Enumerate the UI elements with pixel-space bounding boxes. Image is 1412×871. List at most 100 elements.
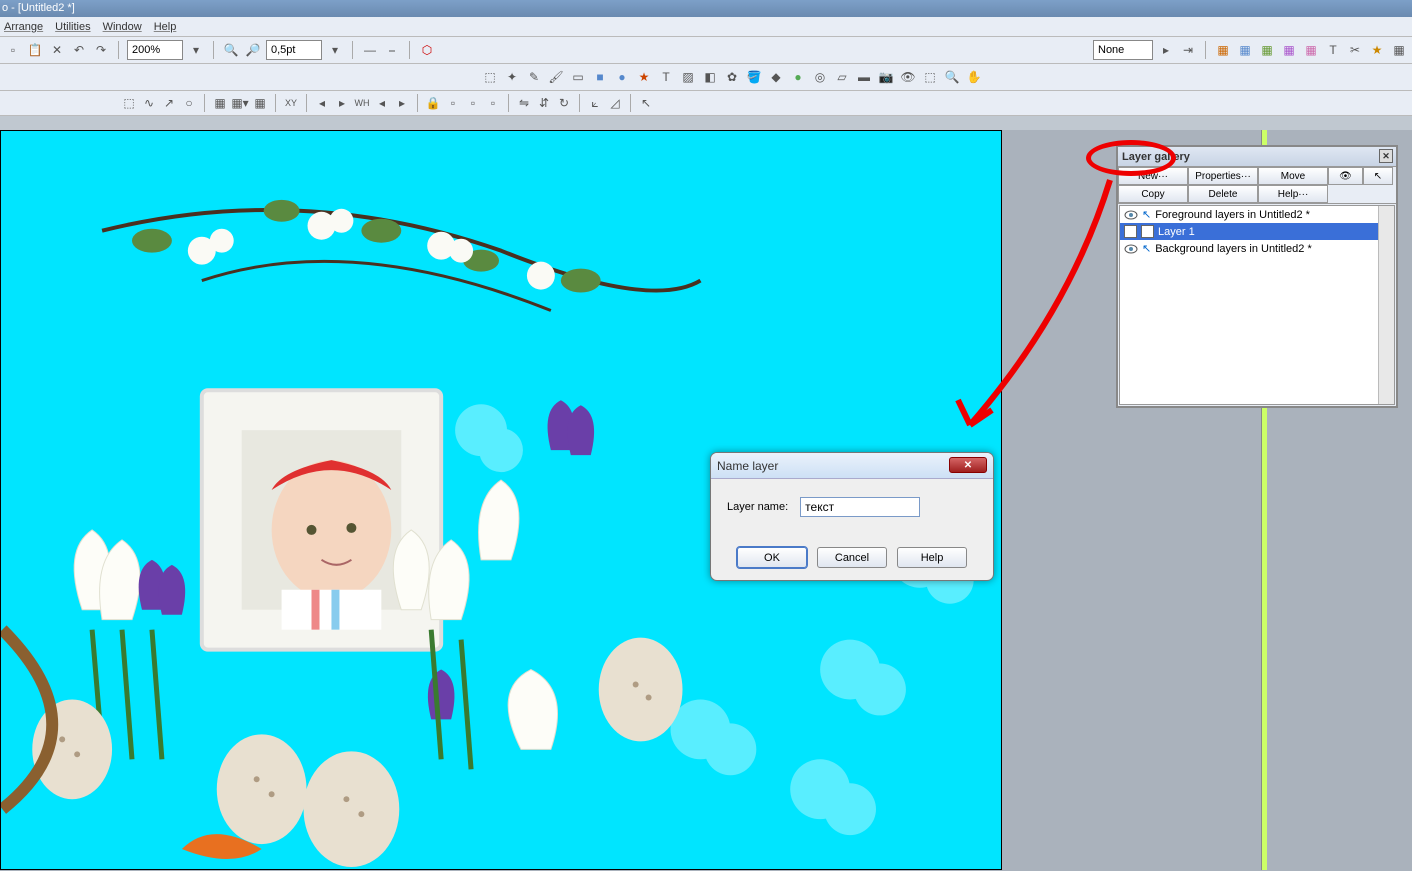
text-tool-icon[interactable]: T [656,67,676,87]
new-icon[interactable]: ▫ [4,41,22,59]
copy-button[interactable]: Copy [1118,185,1188,203]
gallery4-icon[interactable]: ▦ [1280,41,1298,59]
scrollbar[interactable] [1378,206,1394,404]
arrow-r-icon[interactable]: ▸ [333,94,351,112]
arrow-tool-icon[interactable]: ↖ [637,94,655,112]
star-icon[interactable]: ★ [1368,41,1386,59]
text-gallery-icon[interactable]: T [1324,41,1342,59]
flip-h-icon[interactable]: ⇋ [515,94,533,112]
skew-icon[interactable]: ◿ [606,94,624,112]
scissors-icon[interactable]: ✂ [1346,41,1364,59]
visibility-toggle-icon[interactable]: 👁 [1328,167,1363,185]
zoom-input[interactable] [127,40,183,60]
edit-toggle-icon[interactable]: ↖ [1363,167,1393,185]
dropdown-icon[interactable]: ▾ [187,41,205,59]
handle-icon[interactable]: ↗ [160,94,178,112]
line-icon[interactable]: — [361,41,379,59]
arrow-l-icon[interactable]: ◂ [313,94,331,112]
ok-button[interactable]: OK [737,547,807,568]
rect-icon[interactable]: ■ [590,67,610,87]
cancel-button[interactable]: Cancel [817,547,887,568]
gallery1-icon[interactable]: ▦ [1214,41,1232,59]
bucket-icon[interactable]: 🪣 [744,67,764,87]
gallery-titlebar[interactable]: Layer gallery ✕ [1118,147,1396,167]
wand-icon[interactable]: ✦ [502,67,522,87]
extrude-icon[interactable]: ▬ [854,67,874,87]
style-dropdown[interactable]: None [1093,40,1153,60]
gallery3-icon[interactable]: ▦ [1258,41,1276,59]
arrow-l2-icon[interactable]: ◂ [373,94,391,112]
next-icon[interactable]: ⇥ [1179,41,1197,59]
transparency-icon[interactable]: ◧ [700,67,720,87]
marquee-icon[interactable]: ⬚ [120,94,138,112]
help-button[interactable]: Help [897,547,967,568]
gallery6-icon[interactable]: ▦ [1390,41,1408,59]
lock-icon[interactable]: 🔒 [424,94,442,112]
gallery5-icon[interactable]: ▦ [1302,41,1320,59]
layer-name-input[interactable] [800,497,920,517]
arrow-r2-icon[interactable]: ▸ [393,94,411,112]
endcap-icon[interactable]: ⎯ [383,41,401,59]
shape-icon[interactable]: ▭ [568,67,588,87]
blend-icon[interactable]: ◆ [766,67,786,87]
redeye-icon[interactable]: 👁 [898,67,918,87]
rotate-icon[interactable]: ↻ [555,94,573,112]
scale3-icon[interactable]: ▫ [484,94,502,112]
menu-arrange[interactable]: Arrange [4,21,43,33]
undo-icon[interactable]: ↶ [70,41,88,59]
delete-icon[interactable]: ✕ [48,41,66,59]
zoom-prev-icon[interactable]: 🔍 [222,41,240,59]
wh-icon[interactable]: WH [353,94,371,112]
grid1-icon[interactable]: ▦ [211,94,229,112]
close-icon[interactable]: ✕ [949,457,987,473]
flip-v-icon[interactable]: ⇵ [535,94,553,112]
pen-icon[interactable]: ✎ [524,67,544,87]
grid3-icon[interactable]: ▦ [251,94,269,112]
effect-icon[interactable]: ✿ [722,67,742,87]
menu-help[interactable]: Help [154,21,177,33]
menubar: Arrange Utilities Window Help [0,17,1412,37]
star-tool-icon[interactable]: ★ [634,67,654,87]
layer-item-selected[interactable]: ✓ ✓ Layer 1 [1120,223,1394,240]
fill-icon[interactable]: ▨ [678,67,698,87]
dialog-titlebar[interactable]: Name layer ✕ [711,453,993,479]
layer-group-background[interactable]: ↖ Background layers in Untitled2 * [1120,240,1394,257]
selector-icon[interactable]: ⬚ [480,67,500,87]
paste-icon[interactable]: 📋 [26,41,44,59]
bevel-icon[interactable]: ● [788,67,808,87]
scale2-icon[interactable]: ▫ [464,94,482,112]
xy-icon[interactable]: XY [282,94,300,112]
panorama-icon[interactable]: ⬚ [920,67,940,87]
grid2-icon[interactable]: ▦▾ [231,94,249,112]
brush-icon[interactable]: 🖌 [546,67,566,87]
help-button[interactable]: Help··· [1258,185,1328,203]
editable-checkbox[interactable]: ✓ [1141,225,1154,238]
close-icon[interactable]: ✕ [1379,149,1393,163]
photo-icon[interactable]: 📷 [876,67,896,87]
scale1-icon[interactable]: ▫ [444,94,462,112]
magnet-icon[interactable]: ⬡ [418,41,436,59]
move-button[interactable]: Move [1258,167,1328,185]
menu-window[interactable]: Window [103,21,142,33]
new-button[interactable]: New··· [1118,167,1188,185]
gallery2-icon[interactable]: ▦ [1236,41,1254,59]
ellipse-icon[interactable]: ● [612,67,632,87]
stroke-input[interactable] [266,40,322,60]
delete-button[interactable]: Delete [1188,185,1258,203]
zoom-fit-icon[interactable]: 🔎 [244,41,262,59]
visible-checkbox[interactable]: ✓ [1124,225,1137,238]
dropdown-icon[interactable]: ▾ [326,41,344,59]
menu-utilities[interactable]: Utilities [55,21,90,33]
zoom-tool-icon[interactable]: 🔍 [942,67,962,87]
angle-icon[interactable]: ⟀ [586,94,604,112]
redo-icon[interactable]: ↷ [92,41,110,59]
layer-list[interactable]: ↖ Foreground layers in Untitled2 * ✓ ✓ L… [1119,205,1395,405]
layer-group-foreground[interactable]: ↖ Foreground layers in Untitled2 * [1120,206,1394,223]
pan-icon[interactable]: ✋ [964,67,984,87]
play-icon[interactable]: ▸ [1157,41,1175,59]
properties-button[interactable]: Properties··· [1188,167,1258,185]
circle-icon[interactable]: ○ [180,94,198,112]
contour-icon[interactable]: ◎ [810,67,830,87]
curve-icon[interactable]: ∿ [140,94,158,112]
mould-icon[interactable]: ▱ [832,67,852,87]
